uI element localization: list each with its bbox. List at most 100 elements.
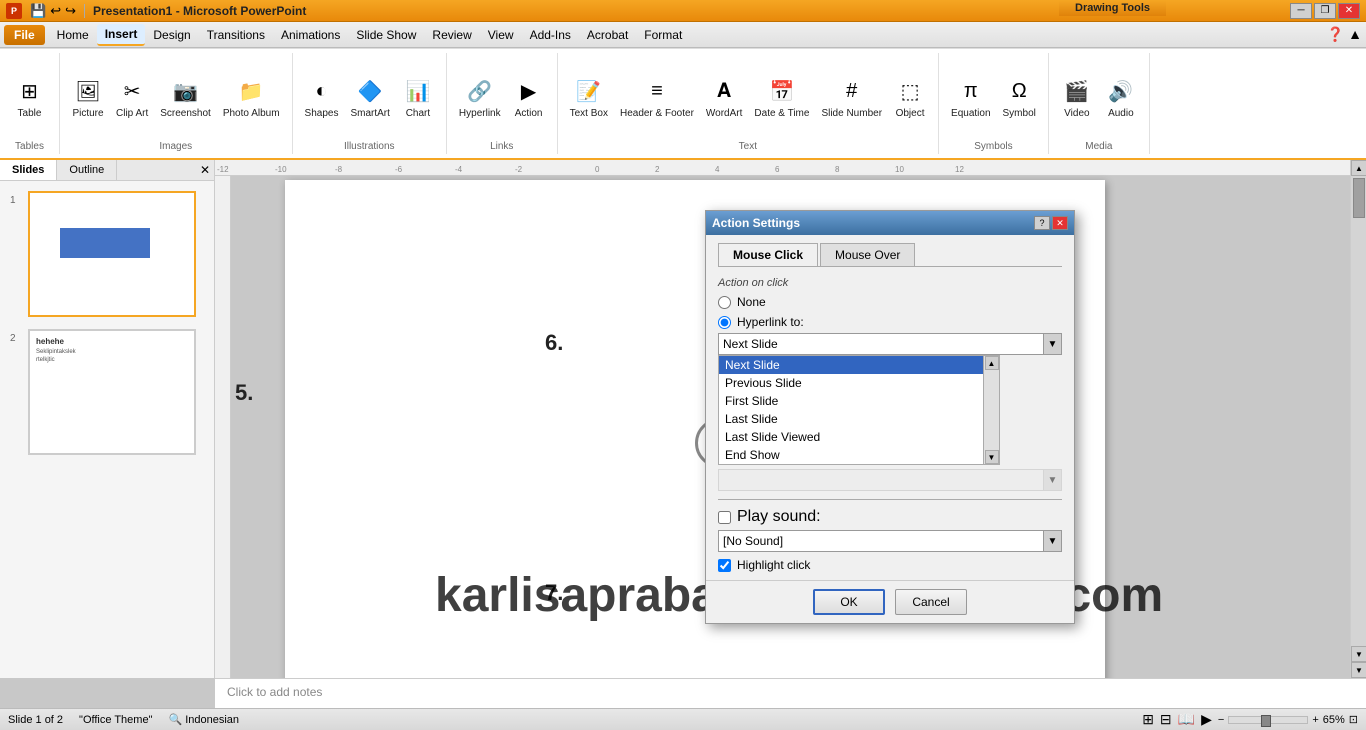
- slide-thumb-1[interactable]: [28, 191, 196, 317]
- menu-file[interactable]: File: [4, 25, 45, 45]
- notes-area[interactable]: Click to add notes: [215, 678, 1366, 708]
- dropdown-item-end-show[interactable]: End Show: [719, 446, 983, 464]
- help-icon[interactable]: ❓: [1327, 26, 1344, 43]
- scroll-up-button[interactable]: ▲: [1351, 160, 1366, 176]
- ribbon-group-tables: ⊞ Table Tables: [0, 53, 60, 154]
- audio-icon: 🔊: [1105, 76, 1137, 108]
- object-action-dropdown[interactable]: ▼: [718, 469, 1062, 491]
- vertical-scrollbar[interactable]: ▲ ▼ ▼: [1350, 160, 1366, 678]
- slides-panel-close[interactable]: ✕: [200, 163, 210, 177]
- date-time-icon: 📅: [766, 76, 798, 108]
- action-button[interactable]: ▶ Action: [509, 74, 549, 121]
- hyperlink-dropdown[interactable]: Next Slide ▼: [718, 333, 1062, 355]
- expand-icon[interactable]: ▲: [1348, 26, 1362, 43]
- video-button[interactable]: 🎬 Video: [1057, 74, 1097, 121]
- radio-hyperlink-row: Hyperlink to:: [718, 315, 1062, 329]
- scroll-thumb[interactable]: [1353, 178, 1365, 218]
- scroll-down-1[interactable]: ▼: [1351, 646, 1366, 662]
- svg-text:-12: -12: [217, 165, 229, 174]
- radio-hyperlink-label: Hyperlink to:: [737, 315, 804, 329]
- header-footer-button[interactable]: ≡ Header & Footer: [616, 74, 698, 121]
- tab-outline[interactable]: Outline: [57, 160, 117, 180]
- view-slide-sorter-btn[interactable]: ⊟: [1160, 711, 1172, 728]
- menu-format[interactable]: Format: [636, 25, 690, 45]
- play-sound-checkbox[interactable]: [718, 511, 731, 524]
- ruler-vertical: [215, 176, 231, 678]
- photo-album-button[interactable]: 📁 Photo Album: [219, 74, 284, 121]
- zoom-control: − + 65% ⊡: [1218, 713, 1358, 726]
- radio-none[interactable]: [718, 296, 731, 309]
- dialog-close-button[interactable]: ✕: [1052, 216, 1068, 230]
- slide-number-button[interactable]: # Slide Number: [817, 74, 886, 121]
- chart-button[interactable]: 📊 Chart: [398, 74, 438, 121]
- menu-insert[interactable]: Insert: [97, 24, 146, 46]
- view-slideshow-btn[interactable]: ▶: [1201, 711, 1212, 728]
- dropdown-item-first-slide[interactable]: First Slide: [719, 392, 983, 410]
- sound-dropdown[interactable]: [No Sound] ▼: [718, 530, 1062, 552]
- menu-slide-show[interactable]: Slide Show: [348, 25, 424, 45]
- qa-undo[interactable]: ↩: [50, 3, 61, 19]
- smartart-button[interactable]: 🔷 SmartArt: [346, 74, 393, 121]
- object-button[interactable]: ⬚ Object: [890, 74, 930, 121]
- dropdown-item-next-slide[interactable]: Next Slide: [719, 356, 983, 374]
- menu-review[interactable]: Review: [424, 25, 479, 45]
- textbox-button[interactable]: 📝 Text Box: [566, 74, 612, 121]
- symbol-button[interactable]: Ω Symbol: [999, 74, 1040, 121]
- menu-view[interactable]: View: [480, 25, 522, 45]
- slide-thumb-2[interactable]: hehehe Seklipintakslek rtelkjtic: [28, 329, 196, 455]
- tab-mouse-over[interactable]: Mouse Over: [820, 243, 915, 266]
- date-time-button[interactable]: 📅 Date & Time: [750, 74, 813, 121]
- menu-acrobat[interactable]: Acrobat: [579, 25, 636, 45]
- highlight-click-checkbox[interactable]: [718, 559, 731, 572]
- menu-design[interactable]: Design: [145, 25, 198, 45]
- menu-add-ins[interactable]: Add-Ins: [522, 25, 579, 45]
- dialog-help-button[interactable]: ?: [1034, 216, 1050, 230]
- ok-button[interactable]: OK: [813, 589, 885, 615]
- close-button[interactable]: ✕: [1338, 3, 1360, 19]
- dropdown-item-previous-slide[interactable]: Previous Slide: [719, 374, 983, 392]
- tab-mouse-click[interactable]: Mouse Click: [718, 243, 818, 266]
- scroll-track: [1351, 176, 1366, 646]
- object-action-dropdown-container: ▼: [718, 469, 1062, 491]
- hyperlink-dropdown-arrow[interactable]: ▼: [1043, 334, 1061, 354]
- minimize-button[interactable]: ─: [1290, 3, 1312, 19]
- restore-button[interactable]: ❐: [1314, 3, 1336, 19]
- highlight-click-row: Highlight click: [718, 558, 1062, 572]
- zoom-out-btn[interactable]: −: [1218, 714, 1224, 726]
- zoom-thumb[interactable]: [1261, 715, 1271, 727]
- view-reading-btn[interactable]: 📖: [1178, 711, 1195, 728]
- qa-redo[interactable]: ↪: [65, 3, 76, 19]
- dropdown-item-last-slide[interactable]: Last Slide: [719, 410, 983, 428]
- wordart-button[interactable]: 𝐀 WordArt: [702, 74, 747, 121]
- zoom-in-btn[interactable]: +: [1312, 714, 1318, 726]
- fit-button[interactable]: ⊡: [1349, 713, 1358, 726]
- radio-hyperlink[interactable]: [718, 316, 731, 329]
- language-indicator[interactable]: 🔍 Indonesian: [168, 713, 239, 726]
- dropdown-item-last-viewed[interactable]: Last Slide Viewed: [719, 428, 983, 446]
- slide-number-icon: #: [836, 76, 868, 108]
- hyperlink-button[interactable]: 🔗 Hyperlink: [455, 74, 505, 121]
- sound-dropdown-arrow[interactable]: ▼: [1043, 531, 1061, 551]
- menu-home[interactable]: Home: [49, 25, 97, 45]
- picture-button[interactable]: 🖼 Picture: [68, 74, 108, 121]
- menu-animations[interactable]: Animations: [273, 25, 348, 45]
- clip-art-button[interactable]: ✂ Clip Art: [112, 74, 152, 121]
- list-scroll-down[interactable]: ▼: [985, 450, 999, 464]
- qa-save[interactable]: 💾: [30, 3, 46, 19]
- slide-item-1[interactable]: 1: [8, 189, 206, 319]
- list-scroll-up[interactable]: ▲: [985, 356, 999, 370]
- shapes-button[interactable]: ◐ Shapes: [301, 74, 343, 121]
- scroll-down-2[interactable]: ▼: [1351, 662, 1366, 678]
- equation-button[interactable]: π Equation: [947, 74, 994, 121]
- view-normal-btn[interactable]: ⊞: [1142, 711, 1154, 728]
- shapes-icon: ◐: [306, 76, 338, 108]
- table-button[interactable]: ⊞ Table: [10, 74, 50, 121]
- menu-transitions[interactable]: Transitions: [199, 25, 273, 45]
- audio-button[interactable]: 🔊 Audio: [1101, 74, 1141, 121]
- screenshot-button[interactable]: 📷 Screenshot: [156, 74, 215, 121]
- action-settings-dialog: Action Settings ? ✕ Mouse Click Mouse Ov…: [705, 210, 1075, 624]
- slide-item-2[interactable]: 2 hehehe Seklipintakslek rtelkjtic: [8, 327, 206, 457]
- zoom-slider[interactable]: [1228, 716, 1308, 724]
- tab-slides[interactable]: Slides: [0, 160, 57, 180]
- cancel-button[interactable]: Cancel: [895, 589, 967, 615]
